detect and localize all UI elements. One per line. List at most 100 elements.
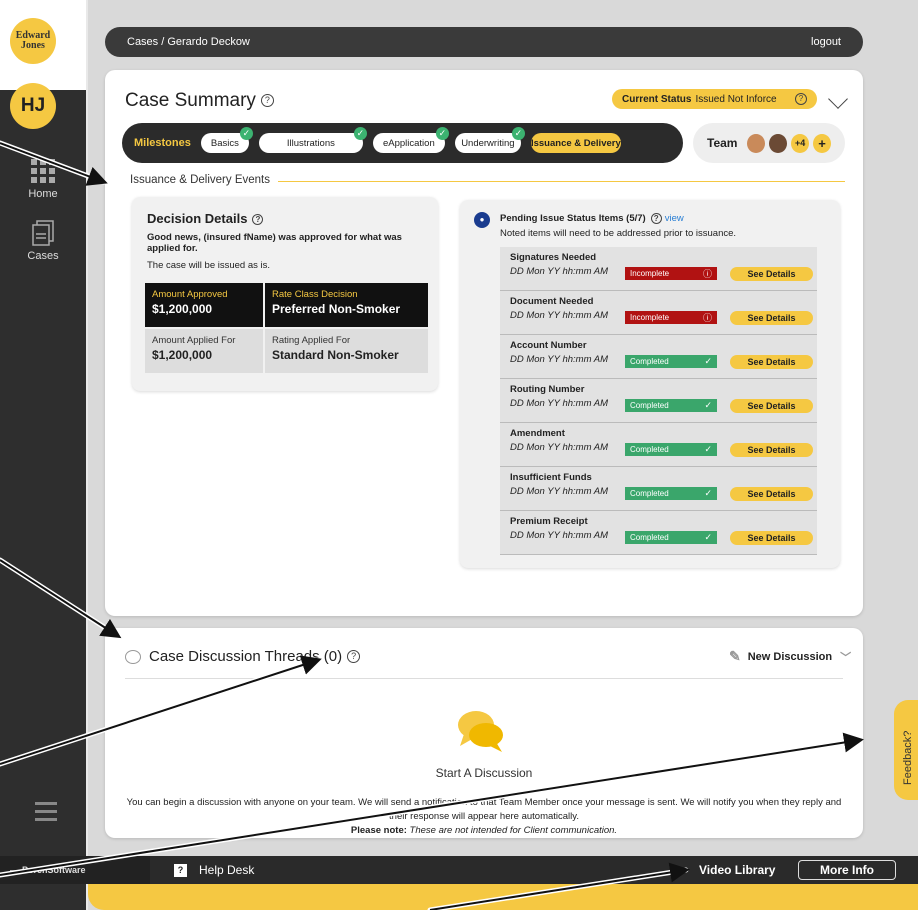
rate-class-cell: Rate Class Decision Preferred Non-Smoker [265,283,428,327]
help-desk-link[interactable]: ? Help Desk [174,863,254,877]
document-icon [32,220,54,246]
pending-items-list: Signatures Needed DD Mon YY hh:mm AM Incom… [500,247,817,555]
see-details-button[interactable]: See Details [730,443,813,457]
item-name: Account Number [510,340,587,351]
divider [125,678,843,679]
sidebar-item-home[interactable]: Home [0,158,86,200]
cell-label: Amount Applied For [152,335,236,346]
item-name: Insufficient Funds [510,472,592,483]
cell-label: Rating Applied For [272,335,351,346]
footer-accent [88,884,918,910]
amount-approved-cell: Amount Approved $1,200,000 [145,283,263,327]
item-name: Premium Receipt [510,516,588,527]
pending-items-card: ● Pending Issue Status Items (5/7)? view … [460,200,840,568]
discussion-desc-text: You can begin a discussion with anyone o… [126,797,842,822]
view-link[interactable]: view [665,213,684,224]
check-icon: ✓ [435,127,449,140]
pending-title: Pending Issue Status Items (5/7)? view [500,213,684,224]
discussion-title: Case Discussion Threads (0)? [125,648,361,665]
milestone-label: Basics [210,137,239,149]
help-icon[interactable]: ? [795,93,807,105]
item-status-badge: Completed ✓ [625,531,717,544]
check-icon: ✓ [704,444,712,454]
see-details-button[interactable]: See Details [730,531,813,545]
sidebar-item-cases[interactable]: Cases [0,220,86,262]
help-desk-label: Help Desk [199,863,255,877]
milestone-eapplication[interactable]: eApplication ✓ [372,127,449,153]
milestone-label: Underwriting [461,137,515,149]
milestone-basics[interactable]: Basics ✓ [200,127,253,153]
cell-label: Amount Approved [152,289,228,300]
bottom-bar: ▬ PorchSoftware ? Help Desk Video Library … [0,856,918,884]
cell-label: Rate Class Decision [272,289,358,300]
edward-jones-logo[interactable]: Edward Jones [10,18,56,64]
amount-applied-cell: Amount Applied For $1,200,000 [145,329,263,373]
help-icon[interactable]: ? [347,650,361,663]
user-avatar[interactable]: HJ [10,83,56,129]
item-name: Signatures Needed [510,252,597,263]
logout-link[interactable]: logout [811,36,841,48]
team-avatar[interactable] [747,133,766,153]
add-team-member-button[interactable]: + [813,133,831,153]
pending-item: Routing Number DD Mon YY hh:mm AM Complete… [500,379,817,423]
sidebar-item-label: Home [28,188,58,200]
more-info-button[interactable]: More Info [798,860,896,880]
pending-item: Amendment DD Mon YY hh:mm AM Completed ✓ See… [500,423,817,467]
milestone-label: Illustrations [286,137,335,149]
menu-icon[interactable] [35,802,57,826]
edit-icon: ✎ [729,648,741,664]
team-avatar[interactable] [769,133,788,153]
milestones-label: Milestones [134,137,191,149]
see-details-button[interactable]: See Details [730,267,813,281]
case-summary-title: Case Summary? [125,90,274,112]
new-discussion-label: New Discussion [747,650,833,663]
team-more-badge[interactable]: +4 [791,133,810,153]
breadcrumb[interactable]: Cases / Gerardo Deckow [127,36,250,48]
check-icon: ✓ [704,400,712,410]
new-discussion-button[interactable]: ✎ New Discussion ﹀ [729,648,851,665]
pending-item: Insufficient Funds DD Mon YY hh:mm AM Comp… [500,467,817,511]
see-details-button[interactable]: See Details [730,487,813,501]
milestone-illustrations[interactable]: Illustrations ✓ [258,127,367,153]
brand-label: PorchSoftware [22,865,86,875]
item-name: Amendment [510,428,565,439]
status-text: Completed [630,533,669,542]
case-summary-card: Case Summary? Current Status Issued Not … [105,70,863,616]
status-text: Incomplete [630,269,670,278]
decision-grid: Amount Approved $1,200,000 Rate Class Dec… [145,283,428,373]
see-details-button[interactable]: See Details [730,311,813,325]
decision-details-card: Decision Details? Good news, (insured fN… [132,197,438,391]
check-icon: ✓ [704,488,712,498]
cell-value: $1,200,000 [152,348,213,362]
alert-icon: ⓘ [702,313,712,323]
video-library-link[interactable]: Video Library [699,863,775,877]
start-discussion-heading: Start A Discussion [435,766,533,780]
sidebar: Edward Jones HJ Home Cases [0,0,86,910]
grid-icon [31,159,55,183]
status-value: Issued Not Inforce [695,93,777,105]
see-details-button[interactable]: See Details [730,355,813,369]
company-logo-icon: ● [474,212,490,228]
status-badge: Current Status Issued Not Inforce ? [612,89,817,109]
pending-item: Account Number DD Mon YY hh:mm AM Complete… [500,335,817,379]
status-text: Completed [630,489,669,498]
see-details-button[interactable]: See Details [730,399,813,413]
help-icon[interactable]: ? [650,213,662,224]
check-icon: ✓ [239,127,253,140]
milestone-issuance-delivery[interactable]: Issuance & Delivery [530,133,621,153]
milestone-underwriting[interactable]: Underwriting ✓ [454,127,525,153]
team-label: Team [707,136,738,150]
help-icon[interactable]: ? [252,214,264,226]
team-panel: Team +4 + [693,123,845,163]
chevron-down-icon[interactable]: ﹀ [840,649,851,665]
check-icon: ✓ [704,356,712,366]
item-status-badge: Completed ✓ [625,443,717,456]
discussion-title-text: Case Discussion Threads (0) [149,648,343,665]
discussion-description: You can begin a discussion with anyone o… [125,796,843,838]
collapse-chevron-icon[interactable] [828,89,848,109]
decision-message: Good news, (insured fName) was approved … [147,232,402,254]
status-text: Completed [630,357,669,366]
item-name: Routing Number [510,384,585,395]
help-icon[interactable]: ? [260,94,274,108]
feedback-tab[interactable]: Feedback? [894,700,918,800]
